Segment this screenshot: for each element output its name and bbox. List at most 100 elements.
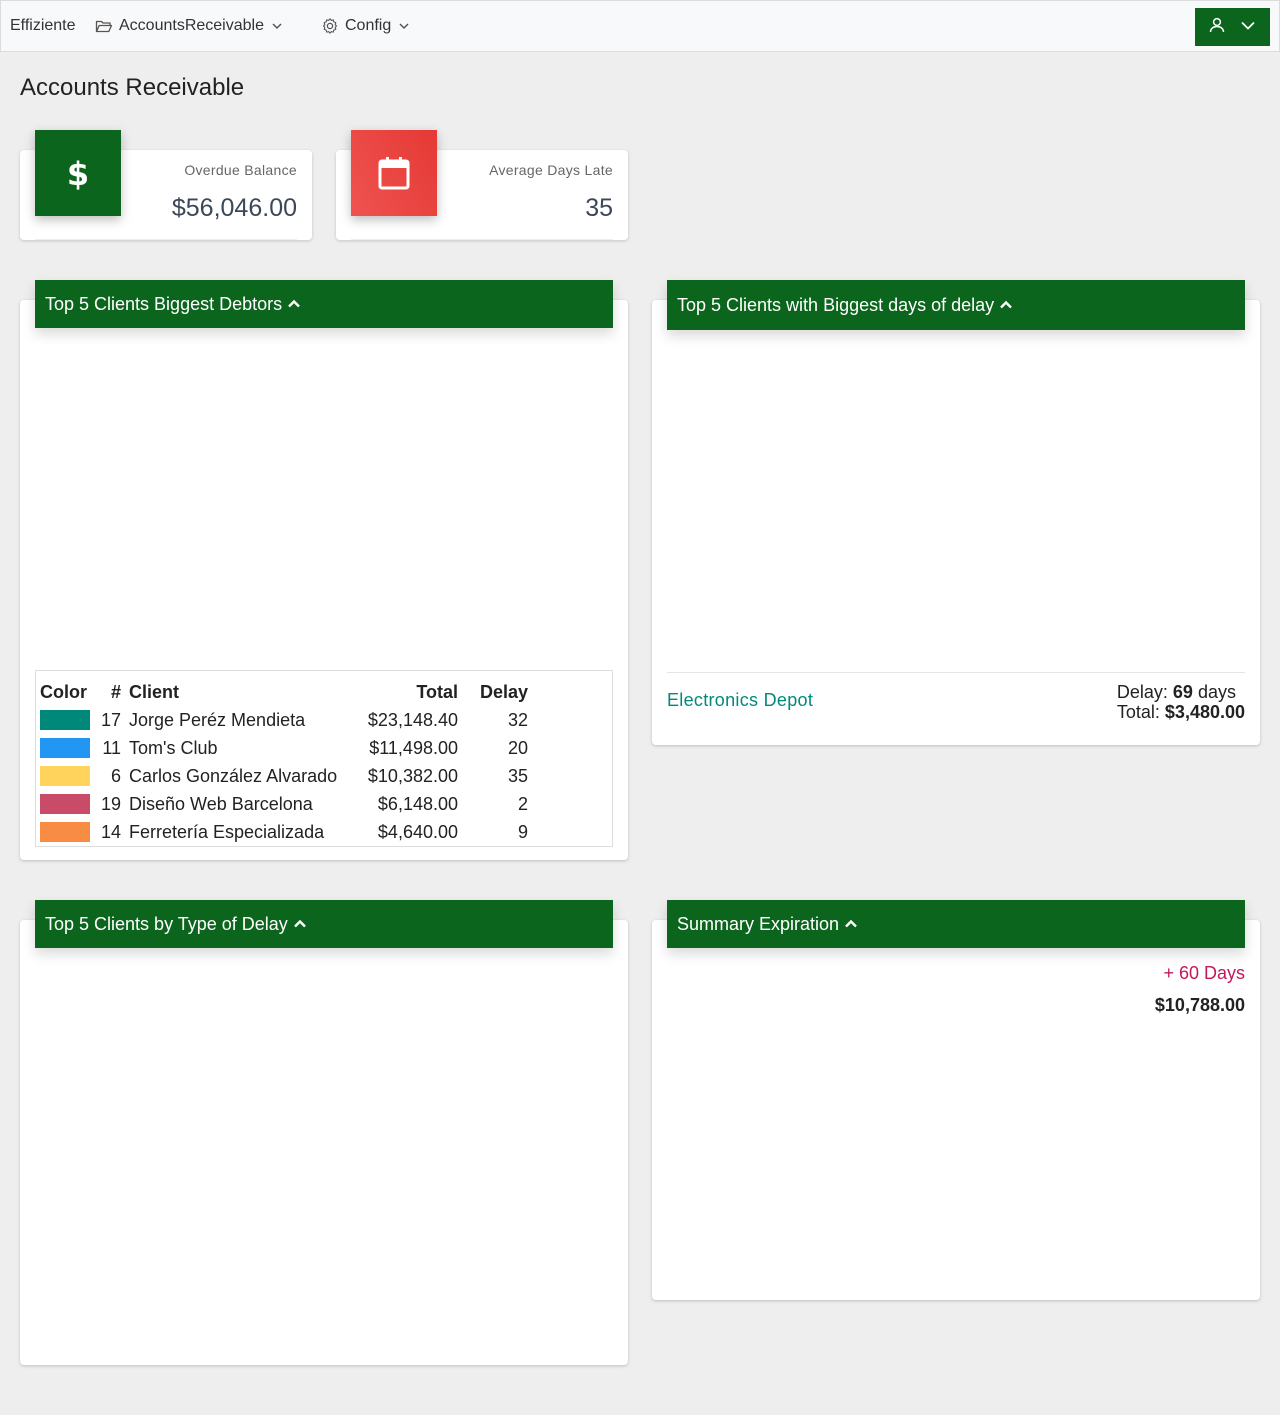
- row-id: 17: [100, 709, 121, 730]
- row-total: $4,640.00: [377, 821, 458, 842]
- row-id: 14: [100, 821, 121, 842]
- row-color-cell: [36, 734, 94, 762]
- menu-accounts-receivable[interactable]: AccountsReceivable: [95, 17, 284, 35]
- summary-panel-header[interactable]: Summary Expiration: [667, 900, 1245, 948]
- table-row: 14 Ferretería Especializada $4,640.00 9: [36, 818, 612, 846]
- column-header-delay: Delay: [479, 682, 528, 702]
- card-footer-divider: [35, 239, 297, 240]
- delay-divider: [667, 672, 1245, 673]
- chevron-down-icon: [270, 19, 284, 33]
- chevron-up-icon[interactable]: [844, 914, 858, 935]
- row-total: $10,382.00: [367, 765, 458, 786]
- delay-unit: days: [1197, 682, 1236, 702]
- row-client: Tom's Club: [129, 737, 218, 758]
- delay-value: 69: [1172, 682, 1193, 702]
- brand-link[interactable]: Effiziente: [10, 17, 76, 35]
- average-days-late-card: Average Days Late 35: [336, 130, 628, 240]
- top-navbar: Effiziente AccountsReceivable Config: [0, 0, 1280, 52]
- total-value: $3,480.00: [1164, 702, 1245, 722]
- summary-period-value: $10,788.00: [1154, 995, 1245, 1015]
- delay-panel-title: Top 5 Clients with Biggest days of delay: [677, 294, 995, 315]
- color-swatch: [40, 766, 90, 786]
- table-header-row: Color # Client Total Delay: [36, 671, 612, 706]
- gear-icon: [321, 17, 339, 35]
- debtors-table: Color # Client Total Delay 17 Jorge Peré…: [35, 670, 613, 847]
- user-menu-button[interactable]: [1195, 8, 1270, 46]
- row-delay: 35: [507, 765, 528, 786]
- table-row: 6 Carlos González Alvarado $10,382.00 35: [36, 762, 612, 790]
- average-days-late-label: Average Days Late: [489, 162, 613, 178]
- table-row: 11 Tom's Club $11,498.00 20: [36, 734, 612, 762]
- row-client: Ferretería Especializada: [129, 821, 325, 842]
- debtors-panel-header[interactable]: Top 5 Clients Biggest Debtors: [35, 280, 613, 328]
- menu-config[interactable]: Config: [321, 17, 411, 35]
- card-footer-divider: [351, 239, 613, 240]
- row-total: $6,148.00: [377, 793, 458, 814]
- user-icon: [1208, 16, 1226, 39]
- dollar-icon: $: [35, 130, 121, 216]
- row-spacer: [532, 706, 612, 734]
- overdue-balance-label: Overdue Balance: [184, 162, 297, 178]
- color-swatch: [40, 738, 90, 758]
- table-row: 19 Diseño Web Barcelona $6,148.00 2: [36, 790, 612, 818]
- type-delay-panel-header[interactable]: Top 5 Clients by Type of Delay: [35, 900, 613, 948]
- row-client: Jorge Peréz Mendieta: [129, 709, 306, 730]
- delay-line: Delay: 69 days: [1117, 682, 1245, 702]
- svg-text:$: $: [67, 155, 89, 191]
- type-delay-panel: Top 5 Clients by Type of Delay: [20, 900, 628, 1365]
- row-color-cell: [36, 706, 94, 734]
- color-swatch: [40, 822, 90, 842]
- column-header-id: #: [110, 682, 121, 702]
- row-id: 11: [102, 737, 121, 758]
- overdue-balance-card: $ Overdue Balance $56,046.00: [20, 130, 312, 240]
- column-header-client: Client: [129, 682, 180, 702]
- chevron-up-icon[interactable]: [293, 914, 307, 935]
- calendar-icon: [351, 130, 437, 216]
- row-client: Diseño Web Barcelona: [129, 793, 313, 814]
- delay-label: Delay:: [1116, 682, 1168, 702]
- row-spacer: [532, 818, 612, 846]
- debtors-panel: Top 5 Clients Biggest Debtors Color # Cl…: [20, 280, 628, 860]
- chevron-down-icon: [1239, 16, 1257, 39]
- delay-info: Delay: 69 days Total: $3,480.00: [1117, 682, 1245, 722]
- chevron-up-icon[interactable]: [999, 295, 1013, 316]
- summary-panel: Summary Expiration + 60 Days $10,788.00: [652, 900, 1260, 1300]
- row-id: 6: [110, 765, 121, 786]
- row-total: $23,148.40: [367, 709, 458, 730]
- row-delay: 2: [517, 793, 528, 814]
- total-label: Total:: [1116, 702, 1160, 722]
- row-total: $11,498.00: [369, 737, 458, 758]
- row-delay: 20: [507, 737, 528, 758]
- folder-icon: [95, 18, 113, 34]
- page-title: Accounts Receivable: [20, 74, 245, 101]
- summary-period-label: + 60 Days: [1163, 963, 1245, 983]
- menu-config-label: Config: [345, 17, 392, 34]
- chevron-up-icon[interactable]: [287, 294, 301, 315]
- color-swatch: [40, 710, 90, 730]
- delay-client-link[interactable]: Electronics Depot: [667, 690, 813, 711]
- row-spacer: [532, 790, 612, 818]
- row-spacer: [532, 734, 612, 762]
- color-swatch: [40, 794, 90, 814]
- row-color-cell: [36, 818, 94, 846]
- column-header-spacer: [532, 671, 612, 706]
- type-delay-panel-title: Top 5 Clients by Type of Delay: [45, 913, 288, 934]
- row-client: Carlos González Alvarado: [129, 765, 338, 786]
- total-line: Total: $3,480.00: [1117, 702, 1245, 722]
- delay-panel: Top 5 Clients with Biggest days of delay…: [652, 280, 1260, 745]
- overdue-balance-value: $56,046.00: [171, 194, 297, 222]
- row-spacer: [532, 762, 612, 790]
- debtors-panel-title: Top 5 Clients Biggest Debtors: [45, 293, 283, 314]
- row-delay: 9: [517, 821, 528, 842]
- table-row: 17 Jorge Peréz Mendieta $23,148.40 32: [36, 706, 612, 734]
- summary-panel-title: Summary Expiration: [677, 913, 840, 934]
- row-id: 19: [100, 793, 121, 814]
- row-delay: 32: [507, 709, 528, 730]
- row-color-cell: [36, 790, 94, 818]
- average-days-late-value: 35: [585, 194, 613, 222]
- column-header-color: Color: [40, 682, 87, 702]
- chevron-down-icon: [397, 19, 411, 33]
- delay-panel-header[interactable]: Top 5 Clients with Biggest days of delay: [667, 280, 1245, 330]
- column-header-total: Total: [416, 682, 458, 702]
- menu-accounts-label: AccountsReceivable: [119, 17, 264, 34]
